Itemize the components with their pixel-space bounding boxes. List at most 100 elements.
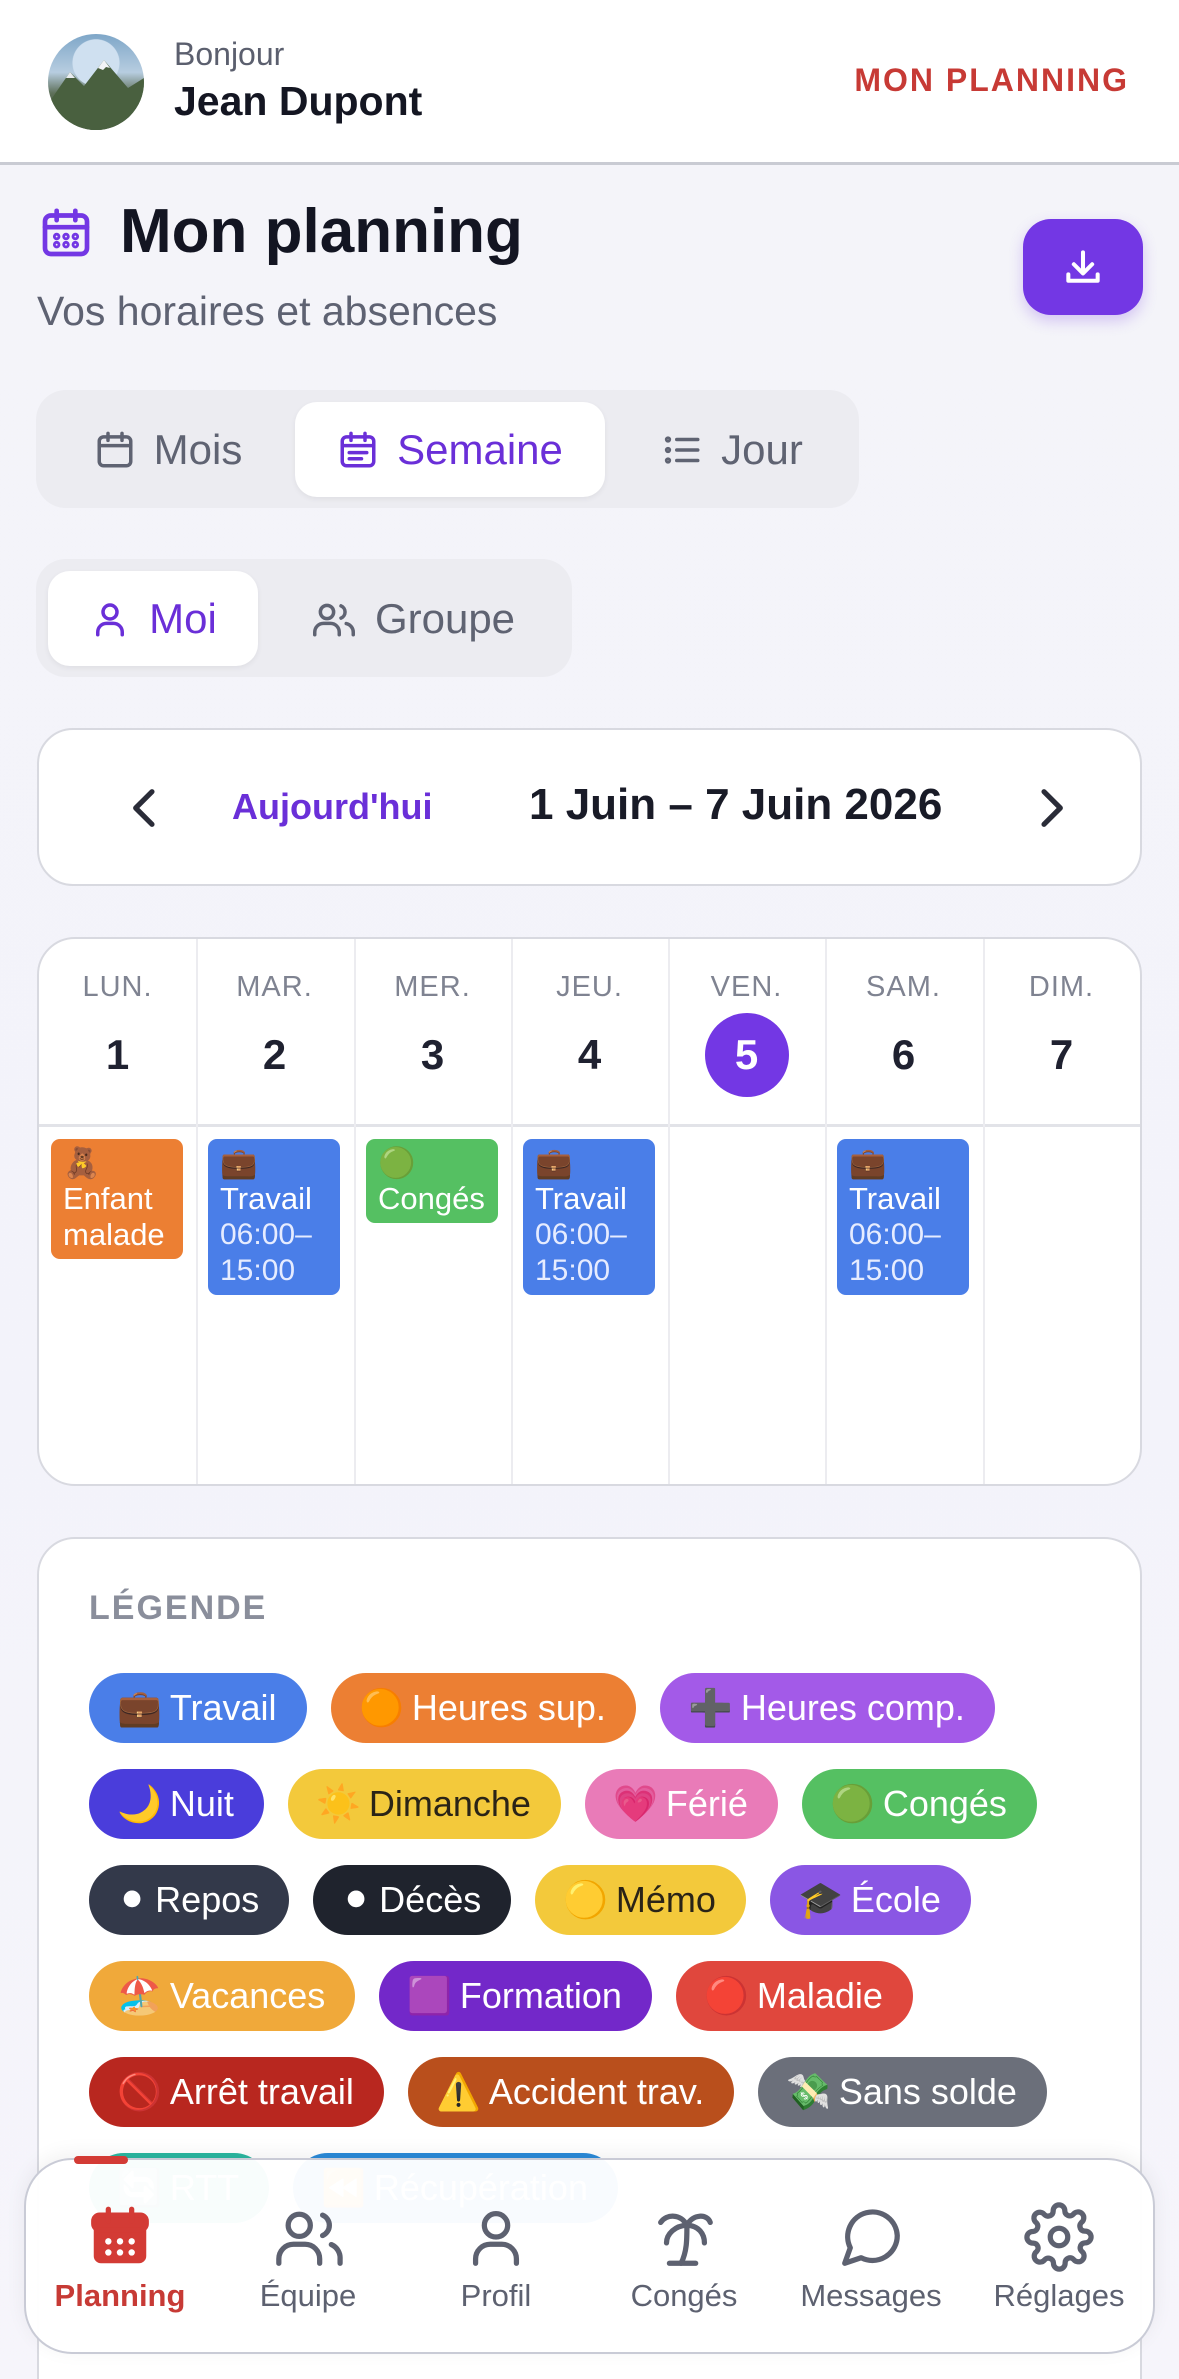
user-icon [472,2211,520,2266]
day-number[interactable]: 7 [983,1031,1140,1079]
day-name: MAR. [236,971,313,1003]
greeting: Bonjour [174,36,285,72]
day-name: MER. [394,971,471,1003]
chevron-right-icon[interactable] [1023,780,1079,841]
legend-chip-label: Heures sup. [411,1687,606,1728]
legend-chip-label: Congés [882,1783,1007,1824]
day-number-text: 6 [891,1031,916,1078]
legend-chip-emoji: ☀️ [316,1783,361,1824]
tab-label: Congés [630,2278,738,2313]
tab-message[interactable]: Messages [777,2160,965,2354]
tab-user[interactable]: Profil [402,2160,590,2354]
bottom-tab-bar: Planning Équipe Profil Congés Messages Réglag… [24,2156,1155,2354]
page-subtitle: Vos horaires et absences [37,288,498,334]
legend-chip: 🏖️ Vacances [89,1961,356,2031]
day-number[interactable]: 4 [511,1031,668,1079]
header-divider [39,1124,1140,1127]
event-emoji: 🟢 [378,1147,416,1180]
tab-label: Profil [460,2278,532,2313]
column-divider [668,939,670,1484]
event-block[interactable]: 💼 Travail 06:00– 15:00 [837,1139,969,1295]
tab-day-label: Jour [721,425,803,473]
day-number[interactable]: 3 [354,1031,511,1079]
tab-month[interactable]: Mois [48,402,288,497]
legend-chip-emoji: ⚫ [341,1879,372,1920]
tab-me[interactable]: Moi [48,571,258,666]
day-number-text: 2 [262,1031,287,1078]
day-number[interactable]: 2 [196,1031,353,1079]
legend-title: LÉGENDE [89,1589,268,1627]
list-icon [664,435,700,464]
user-name: Jean Dupont [174,78,423,124]
scope-switcher: Moi Groupe [36,559,572,677]
legend-chip-label: Formation [459,1975,622,2016]
legend-chip: 🟪 Formation [379,1961,652,2031]
tab-group[interactable]: Groupe [268,571,558,666]
calendar-week-icon [340,431,376,467]
download-button[interactable] [1023,219,1143,315]
tab-calendar[interactable]: Planning [26,2156,214,2354]
chevron-left-icon[interactable] [117,780,173,841]
event-time-end: 15:00 [849,1254,925,1287]
legend-chip-emoji: 🌙 [117,1783,162,1824]
tab-label: Réglages [993,2278,1125,2313]
legend-chip: 🟢 Congés [802,1769,1037,1839]
day-number-text: 1 [105,1031,130,1078]
event-time-start: 06:00– [220,1218,312,1251]
legend-chip-emoji: 🟢 [830,1783,875,1824]
calendar-icon [97,431,133,467]
avatar[interactable] [48,34,144,130]
legend-chip: ➕ Heures comp. [660,1673,995,1743]
view-switcher: Mois Semaine Jour [36,390,859,508]
legend-chip-emoji: 🟠 [359,1687,404,1728]
today-button[interactable]: Aujourd'hui [232,786,433,828]
legend-chip-emoji: ⚠️ [436,2071,481,2112]
day-number-text: 5 [704,1013,789,1097]
legend-chip-emoji: 💗 [613,1783,658,1824]
day-name: DIM. [1028,971,1095,1003]
tab-me-label: Moi [149,594,217,642]
week-range: 1 Juin – 7 Juin 2026 [529,780,943,829]
week-calendar: LUN. 1 MAR. 2 MER. 3 JEU. 4 VEN. 5 SAM. 6 DIM. 7 🧸 Enfa… [37,937,1142,1486]
legend-chip-label: Décès [379,1879,482,1920]
legend-chip: 🎓 École [770,1865,971,1935]
message-icon [842,2209,900,2266]
legend-chip: 🟠 Heures sup. [331,1673,636,1743]
week-navigator: Aujourd'hui 1 Juin – 7 Juin 2026 [37,728,1142,886]
legend-chip-emoji: 💸 [786,2071,831,2112]
legend-chip-label: Heures comp. [740,1687,965,1728]
legend-chip-label: Repos [155,1879,260,1920]
day-number-today[interactable]: 5 [668,1013,825,1097]
legend-chip-emoji: 🟡 [563,1879,608,1920]
event-title-line2: malade [63,1217,165,1252]
event-block[interactable]: 🟢 Congés [366,1139,498,1223]
download-icon [1066,250,1100,283]
legend-chip-label: Mémo [615,1879,716,1920]
event-emoji: 💼 [220,1147,258,1180]
event-block[interactable]: 💼 Travail 06:00– 15:00 [208,1139,340,1295]
tab-group-label: Groupe [374,594,516,642]
tab-palm-tree[interactable]: Congés [590,2160,778,2354]
my-planning-link[interactable]: MON PLANNING [854,62,1129,99]
event-block[interactable]: 🧸 Enfant malade [51,1139,183,1259]
legend-chip: 🌙 Nuit [89,1769,264,1839]
column-divider [511,939,513,1484]
tab-users[interactable]: Équipe [214,2160,402,2354]
day-number-text: 4 [577,1031,602,1078]
tab-week[interactable]: Semaine [295,402,605,497]
event-emoji: 💼 [535,1147,573,1180]
legend-chip-emoji: ➕ [688,1687,733,1728]
legend-chip-label: École [850,1879,941,1920]
users-icon [312,603,355,636]
day-name: SAM. [866,971,941,1003]
tab-gear[interactable]: Réglages [965,2160,1153,2354]
legend-chip-label: Férié [665,1783,748,1824]
day-number[interactable]: 1 [39,1031,196,1079]
calendar-icon [38,205,94,266]
tab-day[interactable]: Jour [612,402,852,497]
day-number[interactable]: 6 [825,1031,982,1079]
day-name: LUN. [82,971,153,1003]
event-block[interactable]: 💼 Travail 06:00– 15:00 [523,1139,655,1295]
legend-chip-emoji: 🎓 [798,1879,843,1920]
legend-chip-label: Maladie [756,1975,883,2016]
